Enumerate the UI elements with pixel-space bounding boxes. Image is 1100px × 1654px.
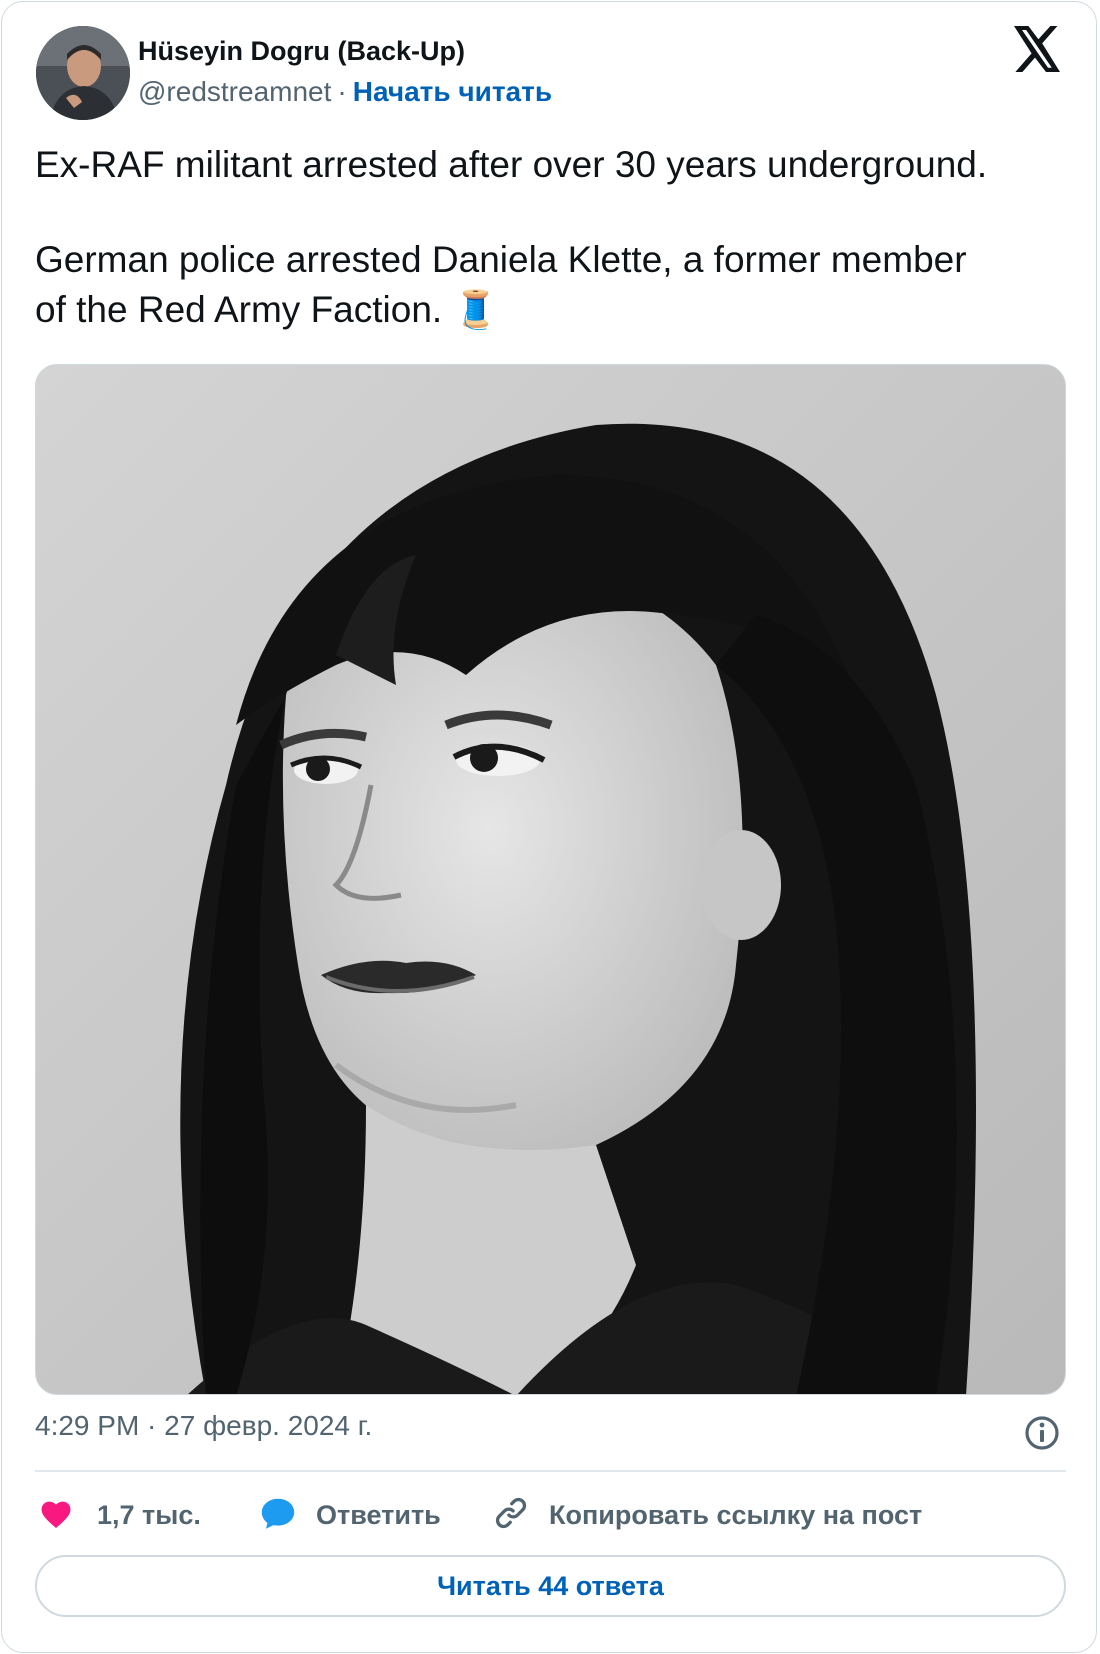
divider bbox=[35, 1470, 1066, 1472]
x-logo-icon[interactable] bbox=[1014, 26, 1062, 72]
reply-button[interactable]: Ответить bbox=[260, 1490, 441, 1540]
follow-link[interactable]: Начать читать bbox=[353, 76, 552, 107]
copy-link-button[interactable]: Копировать ссылку на пост bbox=[493, 1490, 922, 1540]
tweet-timestamp[interactable]: 4:29 PM · 27 февр. 2024 г. bbox=[35, 1410, 372, 1442]
author-meta: @redstreamnet · Начать читать bbox=[138, 76, 552, 108]
tweet-text: Ex-RAF militant arrested after over 30 y… bbox=[35, 140, 1075, 335]
heart-icon bbox=[39, 1497, 73, 1534]
author-handle[interactable]: @redstreamnet bbox=[138, 76, 331, 107]
tweet-header: Hüseyin Dogru (Back-Up) @redstreamnet · На… bbox=[36, 26, 1066, 122]
tweet-actions: 1,7 тыс. Ответить Копировать ссылку на п… bbox=[35, 1490, 1075, 1540]
meta-separator: · bbox=[337, 76, 347, 107]
read-replies-button[interactable]: Читать 44 ответа bbox=[35, 1555, 1066, 1617]
like-button[interactable]: 1,7 тыс. bbox=[39, 1490, 201, 1540]
author-name[interactable]: Hüseyin Dogru (Back-Up) bbox=[138, 36, 465, 67]
tweet-text-line-1: Ex-RAF militant arrested after over 30 y… bbox=[35, 144, 988, 185]
avatar[interactable] bbox=[36, 26, 130, 120]
tweet-text-line-2: German police arrested Daniela Klette, a… bbox=[35, 239, 967, 280]
reply-bubble-icon bbox=[260, 1496, 296, 1535]
link-icon bbox=[493, 1495, 529, 1536]
tweet-text-line-3: of the Red Army Faction. 🧵 bbox=[35, 289, 499, 330]
like-count: 1,7 тыс. bbox=[97, 1499, 201, 1530]
info-icon[interactable] bbox=[1023, 1414, 1061, 1452]
reply-label: Ответить bbox=[316, 1499, 441, 1530]
tweet-photo[interactable] bbox=[35, 364, 1066, 1395]
copy-link-label: Копировать ссылку на пост bbox=[549, 1499, 923, 1530]
tweet-embed-card: Hüseyin Dogru (Back-Up) @redstreamnet · На… bbox=[0, 0, 1100, 1654]
